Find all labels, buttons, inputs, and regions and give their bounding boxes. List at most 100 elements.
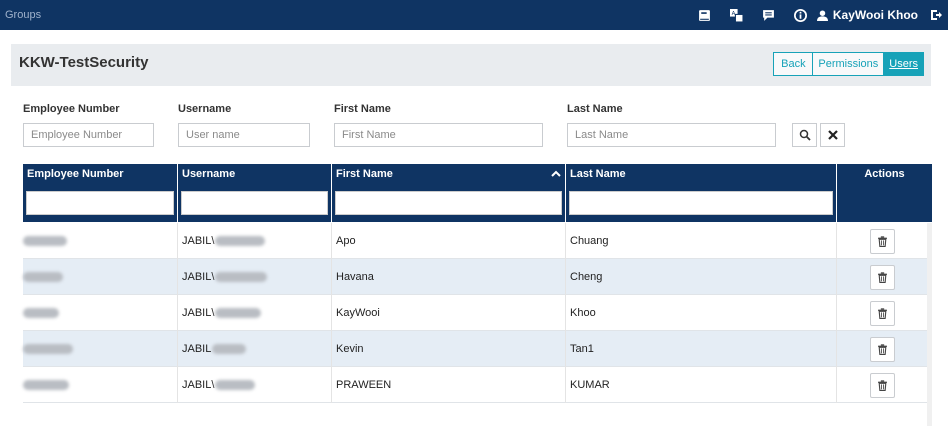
delete-button[interactable]	[869, 372, 895, 398]
column-filter-first-name[interactable]	[335, 191, 562, 215]
trash-icon	[877, 271, 887, 283]
actions-cell	[837, 223, 927, 259]
first-name-cell: PRAWEEN	[332, 367, 566, 403]
table-row[interactable]: JABIL\ PRAWEEN KUMAR	[23, 367, 927, 403]
last-name-cell: Chuang	[566, 223, 837, 259]
column-filter-username[interactable]	[181, 191, 328, 215]
username-cell: JABIL\	[178, 223, 332, 259]
last-name-label: Last Name	[567, 103, 623, 115]
username-text: JABIL\	[182, 379, 215, 391]
username-input[interactable]	[178, 123, 310, 147]
column-header-label: Actions	[864, 168, 905, 180]
column-header-employee-number[interactable]: Employee Number	[23, 164, 178, 222]
grid-header: Employee Number Username First Name Last…	[23, 164, 932, 222]
actions-cell	[837, 367, 927, 403]
search-icon	[799, 129, 811, 141]
column-filter-employee-number[interactable]	[26, 191, 174, 215]
redacted-value	[212, 344, 247, 354]
redacted-value	[215, 308, 262, 318]
delete-button[interactable]	[869, 336, 895, 362]
user-menu[interactable]: KayWooi Khoo	[816, 8, 924, 22]
username-text: JABIL\	[182, 307, 215, 319]
employee-number-cell	[23, 331, 178, 367]
employee-number-cell	[23, 367, 178, 403]
top-icons: A KayWooi Khoo	[689, 0, 948, 30]
employee-number-cell	[23, 295, 178, 331]
username-cell: JABIL\	[178, 295, 332, 331]
actions-cell	[837, 295, 927, 331]
username-cell: JABIL\	[178, 367, 332, 403]
first-name-input[interactable]	[334, 123, 543, 147]
username-cell: JABIL\	[178, 259, 332, 295]
redacted-value	[215, 236, 266, 246]
employee-number-cell	[23, 223, 178, 259]
last-name-cell: Tan1	[566, 331, 837, 367]
permissions-button[interactable]: Permissions	[812, 52, 885, 76]
employee-number-input[interactable]	[23, 123, 154, 147]
redacted-value	[23, 272, 63, 282]
column-filter-last-name[interactable]	[569, 191, 833, 215]
column-header-first-name[interactable]: First Name	[332, 164, 566, 222]
delete-button[interactable]	[869, 300, 895, 326]
last-name-cell: KUMAR	[566, 367, 837, 403]
close-icon	[827, 130, 838, 140]
info-icon[interactable]	[785, 0, 817, 30]
user-name: KayWooi Khoo	[832, 8, 918, 22]
column-header-label: First Name	[336, 168, 393, 180]
redacted-value	[23, 344, 73, 354]
column-header-username[interactable]: Username	[178, 164, 332, 222]
last-name-cell: Cheng	[566, 259, 837, 295]
actions-cell	[837, 259, 927, 295]
table-row[interactable]: JABIL\ Apo Chuang	[23, 223, 927, 259]
grid-body: JABIL\ Apo Chuang JABIL\ Havana Cheng JA…	[23, 223, 927, 403]
trash-icon	[877, 235, 887, 247]
grid-scrollbar[interactable]	[927, 223, 932, 426]
first-name-cell: KayWooi	[332, 295, 566, 331]
page-title: KKW-TestSecurity	[19, 54, 149, 71]
redacted-value	[215, 380, 256, 390]
trash-icon	[877, 379, 887, 391]
redacted-value	[23, 380, 69, 390]
redacted-value	[23, 236, 67, 246]
last-name-input[interactable]	[567, 123, 776, 147]
column-header-label: Employee Number	[27, 168, 124, 180]
top-navbar: Groups A KayWooi Khoo	[0, 0, 948, 30]
back-button[interactable]: Back	[773, 52, 814, 76]
username-text: JABIL	[182, 343, 212, 355]
brand-label[interactable]: Groups	[5, 9, 41, 21]
employee-number-cell	[23, 259, 178, 295]
first-name-cell: Apo	[332, 223, 566, 259]
search-button[interactable]	[792, 123, 817, 147]
column-header-last-name[interactable]: Last Name	[566, 164, 837, 222]
first-name-label: First Name	[334, 103, 391, 115]
sort-ascending-icon[interactable]	[551, 169, 561, 179]
column-header-actions: Actions	[837, 164, 932, 222]
employee-number-label: Employee Number	[23, 103, 120, 115]
table-row[interactable]: JABIL\ KayWooi Khoo	[23, 295, 927, 331]
username-text: JABIL\	[182, 271, 215, 283]
trash-icon	[877, 343, 887, 355]
svg-text:A: A	[732, 10, 736, 16]
trash-icon	[877, 307, 887, 319]
translate-icon[interactable]: A	[721, 0, 753, 30]
column-header-label: Username	[182, 168, 236, 180]
username-label: Username	[178, 103, 232, 115]
message-icon[interactable]	[753, 0, 785, 30]
view-button-group: Back Permissions Users	[773, 52, 924, 76]
user-icon	[816, 9, 828, 21]
clear-filter-button[interactable]	[820, 123, 845, 147]
username-text: JABIL\	[182, 235, 215, 247]
first-name-cell: Kevin	[332, 331, 566, 367]
logout-icon[interactable]	[924, 0, 948, 30]
redacted-value	[23, 308, 59, 318]
book-icon[interactable]	[689, 0, 721, 30]
table-row[interactable]: JABIL\ Havana Cheng	[23, 259, 927, 295]
users-button[interactable]: Users	[883, 52, 924, 76]
page-title-bar: KKW-TestSecurity Back Permissions Users	[11, 44, 931, 86]
delete-button[interactable]	[869, 264, 895, 290]
delete-button[interactable]	[869, 228, 895, 254]
username-cell: JABIL	[178, 331, 332, 367]
table-row[interactable]: JABIL Kevin Tan1	[23, 331, 927, 367]
last-name-cell: Khoo	[566, 295, 837, 331]
column-header-label: Last Name	[570, 168, 626, 180]
